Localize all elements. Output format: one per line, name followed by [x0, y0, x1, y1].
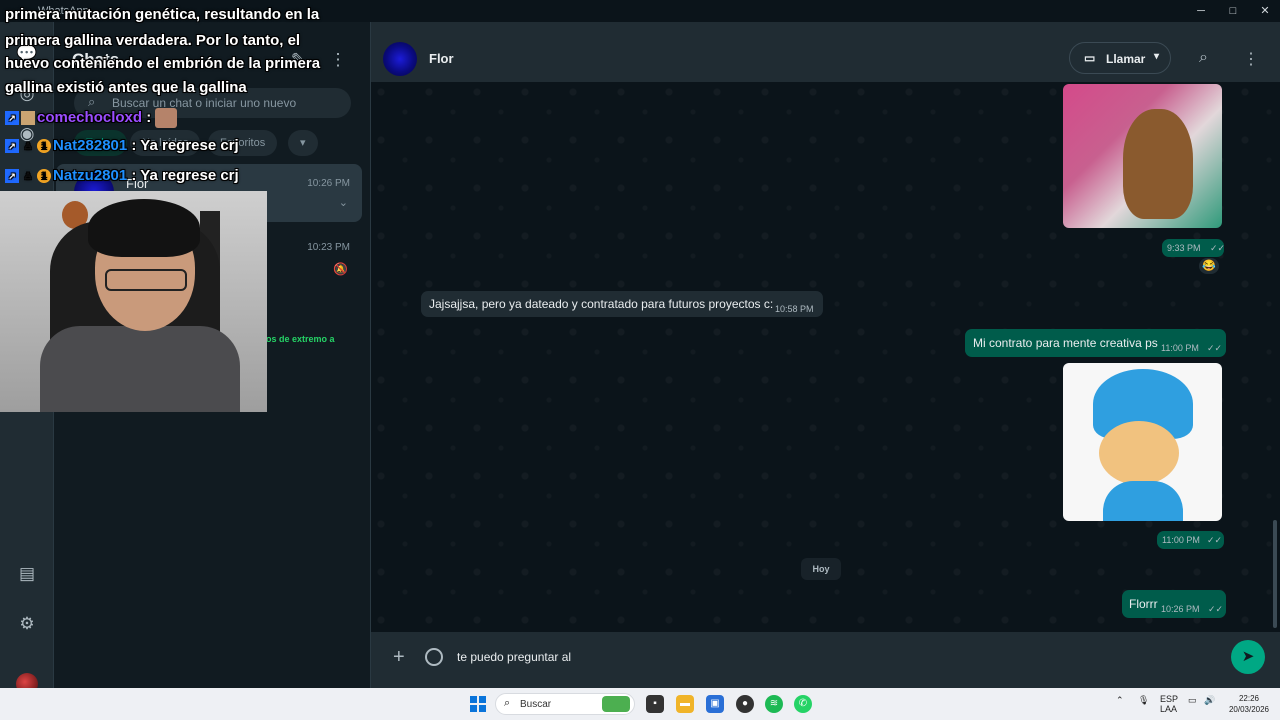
- overlay-message: Ya regrese crj: [140, 137, 239, 154]
- close-button[interactable]: ✕: [1250, 2, 1280, 20]
- message-input[interactable]: te puedo preguntar al: [457, 650, 571, 664]
- lang-line-2: LAA: [1160, 704, 1178, 714]
- overlay-text-line: primera mutación genética, resultando en…: [5, 6, 320, 23]
- gold-badge-icon: 1: [37, 169, 51, 184]
- overlay-message: Ya regrese crj: [140, 167, 239, 184]
- emote-icon: [155, 108, 178, 128]
- double-check-icon: ✓✓: [1207, 343, 1223, 353]
- settings-icon[interactable]: ⚙: [15, 612, 39, 636]
- webcam-overlay: [0, 191, 267, 412]
- message-time: 10:58 PM: [775, 304, 814, 314]
- user-badge-icon: [21, 111, 35, 125]
- scrollbar[interactable]: [1273, 520, 1277, 628]
- reaction-emoji[interactable]: 😂: [1199, 258, 1219, 274]
- tray-chevron-up-icon[interactable]: ⌃: [1116, 695, 1124, 706]
- minimize-button[interactable]: ─: [1186, 2, 1216, 20]
- message-time: 11:00 PM: [1161, 343, 1199, 353]
- taskbar-search-label: Buscar: [520, 699, 552, 710]
- video-camera-icon: ▭: [1084, 51, 1096, 65]
- lang-line-1: ESP: [1160, 694, 1179, 704]
- message-text: Jajsajjsa, pero ya dateado y contratado …: [429, 297, 774, 311]
- search-icon: ⌕: [504, 697, 511, 709]
- user-badge-icon: ♙: [23, 141, 33, 152]
- windows-taskbar: ⌕ Buscar ▪ ▬ ▣ ● ≋ ✆ ⌃ 🎙 ESP LAA ▭ 🔊 22:2…: [0, 688, 1280, 720]
- volume-icon[interactable]: 🔊: [1204, 695, 1215, 706]
- webcam-glasses: [105, 269, 187, 291]
- contact-name[interactable]: Flor: [429, 51, 454, 66]
- message-composer: + te puedo preguntar al ➤: [371, 632, 1280, 688]
- date-divider: Hoy: [801, 558, 841, 580]
- search-icon[interactable]: ⌕: [1199, 49, 1208, 67]
- menu-icon[interactable]: ⋮: [1243, 49, 1259, 69]
- sticker-face: [1099, 421, 1179, 485]
- chevron-down-icon[interactable]: ⌄: [339, 196, 348, 209]
- whatsapp-window: WhatsApp ─ □ ✕ 💬 ◎ ◉ ▤ ⚙ Chats ✎ ⋮ ⌕ Bus…: [0, 0, 1280, 695]
- obs-icon[interactable]: ●: [736, 695, 754, 713]
- send-icon[interactable]: ➤: [1231, 640, 1265, 674]
- image-message-sticker[interactable]: [1063, 363, 1222, 521]
- sticker-body: [1103, 481, 1183, 521]
- user-badge-icon: ♙: [23, 171, 33, 182]
- webcam-body: [40, 326, 240, 412]
- whatsapp-icon[interactable]: ✆: [794, 695, 812, 713]
- platform-badge-icon: ↗: [5, 169, 19, 184]
- contact-avatar[interactable]: [383, 42, 417, 76]
- message-text: Florrr: [1129, 597, 1158, 611]
- terminal-icon[interactable]: ▪: [646, 695, 664, 713]
- message-text: Mi contrato para mente creativa ps: [973, 336, 1158, 350]
- overlay-text-line: huevo conteniendo el embrión de la prime…: [5, 55, 321, 72]
- taskbar-search[interactable]: ⌕ Buscar: [495, 693, 635, 715]
- outgoing-message[interactable]: Mi contrato para mente creativa ps 11:00…: [965, 329, 1226, 357]
- double-check-icon: ✓✓: [1208, 604, 1224, 614]
- spotify-icon[interactable]: ≋: [765, 695, 783, 713]
- double-check-icon: ✓✓: [1207, 535, 1223, 545]
- overlay-username: Nat282801: [53, 137, 128, 154]
- overlay-chat-line: ↗ ♙ 1 Nat282801 : Ya regrese crj: [5, 137, 239, 154]
- network-icon[interactable]: ▭: [1188, 695, 1197, 706]
- overlay-text-line: gallina existió antes que la gallina: [5, 79, 247, 96]
- call-label: Llamar: [1106, 52, 1146, 66]
- media-icon[interactable]: ▤: [15, 562, 39, 586]
- platform-badge-icon: ↗: [5, 139, 19, 154]
- chevron-down-icon[interactable]: ▾: [1154, 51, 1159, 62]
- language-indicator[interactable]: ESP LAA: [1160, 694, 1178, 714]
- image-message-capybara[interactable]: [1063, 84, 1222, 228]
- file-explorer-icon[interactable]: ▬: [676, 695, 694, 713]
- overlay-text-line: primera gallina verdadera. Por lo tanto,…: [5, 32, 301, 49]
- store-icon[interactable]: ▣: [706, 695, 724, 713]
- overlay-chat-line: ↗ comechocloxd :: [5, 108, 178, 128]
- incoming-message[interactable]: Jajsajjsa, pero ya dateado y contratado …: [421, 291, 823, 317]
- capybara-figure: [1123, 109, 1193, 219]
- microphone-icon[interactable]: 🎙: [1138, 695, 1149, 706]
- chat-item-preview: os de extremo a: [266, 334, 335, 344]
- webcam-hair: [88, 199, 200, 257]
- message-meta-bubble: 9:33 PM ✓✓: [1162, 239, 1226, 257]
- clock-date: 20/03/2026: [1228, 705, 1270, 714]
- double-check-icon: ✓✓: [1210, 243, 1226, 253]
- sticker-icon[interactable]: [425, 648, 443, 666]
- chat-item-time: 10:23 PM: [307, 242, 350, 253]
- overlay-username: comechocloxd: [37, 108, 143, 126]
- message-meta-bubble: 11:00 PM ✓✓: [1157, 531, 1224, 549]
- taskbar-clock[interactable]: 22:26 20/03/2026: [1226, 693, 1272, 715]
- start-button-windows-icon[interactable]: [470, 696, 486, 712]
- message-time: 10:26 PM: [1161, 604, 1200, 614]
- overlay-username: Natzu2801: [53, 167, 128, 184]
- plus-icon[interactable]: +: [393, 646, 405, 669]
- conversation-panel: Flor ▭ Llamar ▾ ⌕ ⋮ 9:33 PM ✓✓ 😂 Jajsajj…: [371, 22, 1280, 688]
- stream-chat-overlay: primera mutación genética, resultando en…: [0, 0, 340, 200]
- muted-bell-icon: 🔕: [333, 262, 348, 276]
- search-highlight-icon: [602, 696, 630, 712]
- maximize-button[interactable]: □: [1218, 2, 1248, 20]
- chat-header: Flor ▭ Llamar ▾ ⌕ ⋮: [371, 22, 1280, 82]
- message-time: 9:33 PM: [1167, 243, 1201, 253]
- message-time: 11:00 PM: [1162, 535, 1200, 545]
- platform-badge-icon: ↗: [5, 111, 19, 125]
- gold-badge-icon: 1: [37, 139, 51, 154]
- outgoing-message[interactable]: Florrr 10:26 PM ✓✓: [1122, 590, 1226, 618]
- call-button[interactable]: ▭ Llamar ▾: [1069, 42, 1171, 74]
- clock-time: 22:26: [1238, 694, 1260, 703]
- overlay-chat-line: ↗ ♙ 1 Natzu2801 : Ya regrese crj: [5, 167, 239, 184]
